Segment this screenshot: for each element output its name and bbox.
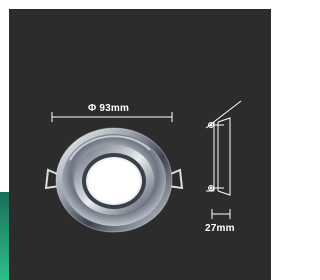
product-drawing xyxy=(44,100,242,233)
downlight-ring xyxy=(55,127,173,233)
diameter-label: Φ 93mm xyxy=(88,103,130,114)
product-image: Φ 93mm 27mm xyxy=(0,0,271,280)
depth-label: 27mm xyxy=(205,223,235,234)
depth-dimension-line xyxy=(211,209,231,219)
side-profile-drawing xyxy=(205,100,242,196)
